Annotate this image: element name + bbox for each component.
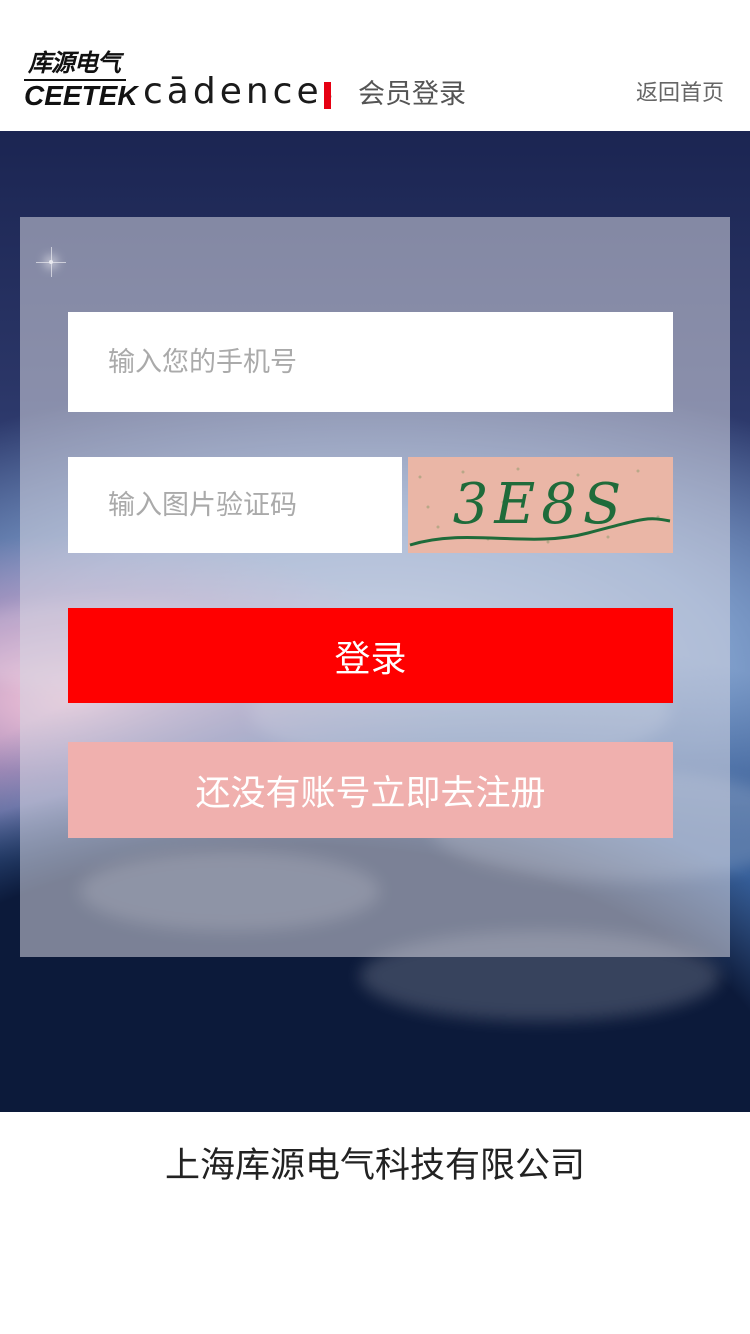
header-divider: [324, 82, 331, 109]
top-header: 库源电气 CEETEK cādence® 会员登录 返回首页: [0, 0, 750, 131]
captcha-image[interactable]: 3E8S: [408, 457, 673, 553]
cadence-logo-text: cādence: [143, 71, 323, 112]
login-button[interactable]: 登录: [68, 608, 673, 703]
ceetek-logo[interactable]: 库源电气 CEETEK: [24, 48, 138, 112]
logo-en-text: CEETEK: [24, 80, 138, 111]
logo-cn-text: 库源电气: [28, 49, 121, 77]
company-name: 上海库源电气科技有限公司: [164, 1146, 585, 1186]
back-home-link[interactable]: 返回首页: [636, 78, 724, 110]
register-button[interactable]: 还没有账号立即去注册: [68, 742, 673, 838]
captcha-text: 3E8S: [453, 472, 628, 537]
captcha-graphic: 3E8S: [409, 467, 671, 547]
phone-input[interactable]: [68, 312, 673, 412]
captcha-input[interactable]: [68, 457, 402, 553]
cadence-logo[interactable]: cādence®: [143, 70, 333, 114]
page-title: 会员登录: [358, 79, 466, 110]
